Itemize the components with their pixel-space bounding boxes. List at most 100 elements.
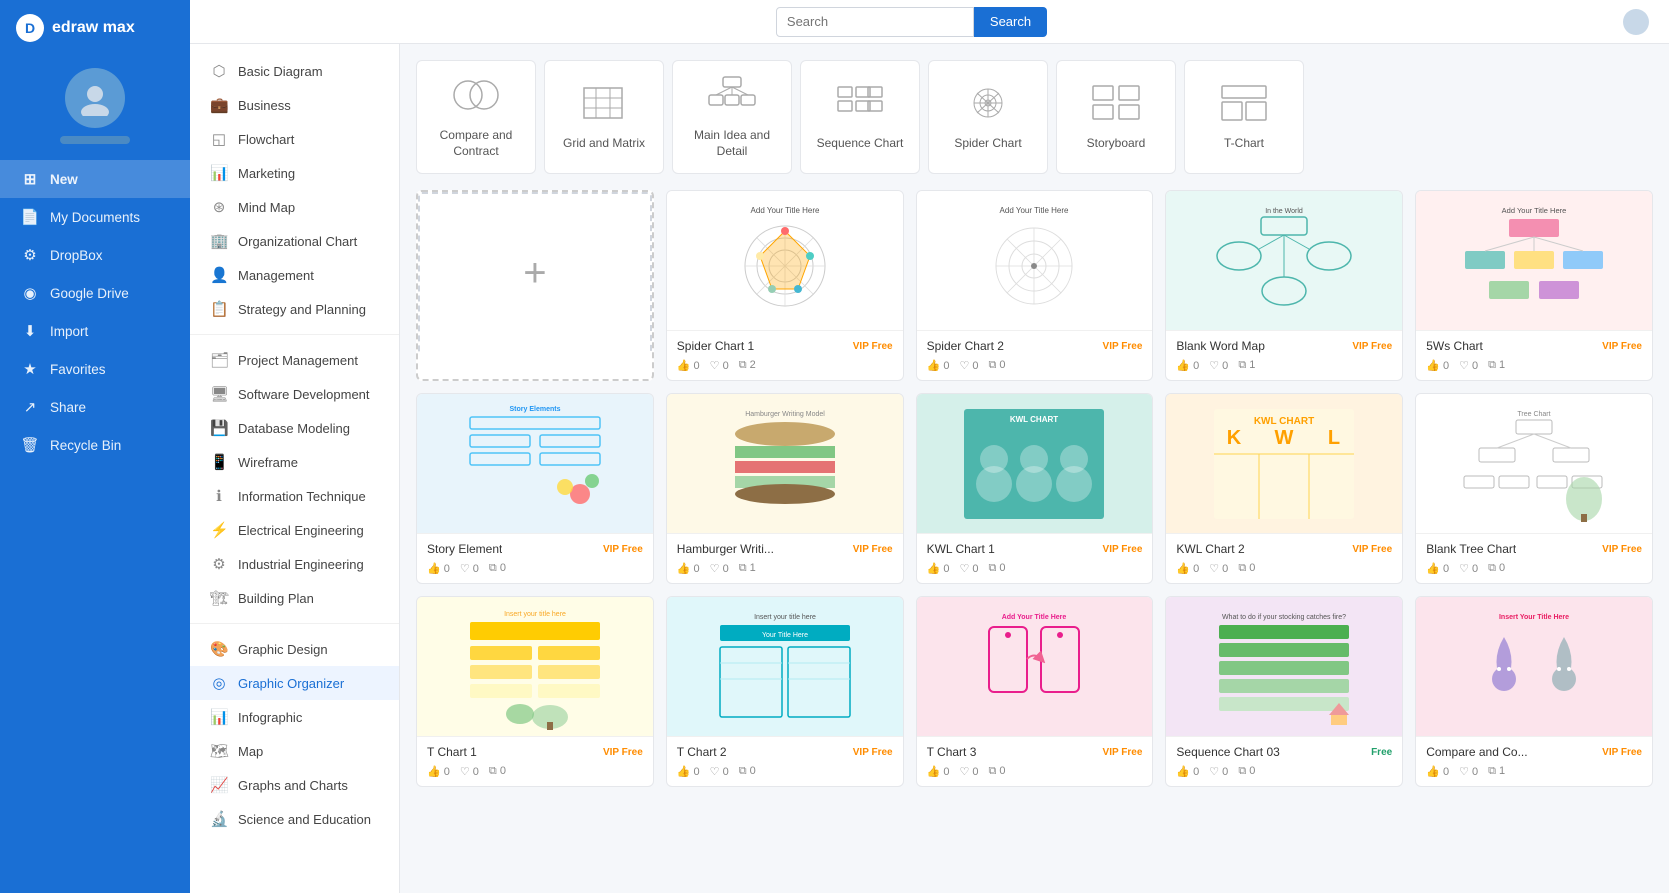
menu-item-flowchart[interactable]: ◱ Flowchart xyxy=(190,122,399,156)
template-title-row: KWL Chart 1 VIP Free xyxy=(927,542,1143,556)
seq03-thumb: What to do if your stocking catches fire… xyxy=(1166,597,1402,737)
template-sequence-chart-03[interactable]: What to do if your stocking catches fire… xyxy=(1165,596,1403,787)
graphic-design-icon: 🎨 xyxy=(210,640,228,658)
template-title-row: Sequence Chart 03 Free xyxy=(1176,745,1392,759)
template-name: Blank Word Map xyxy=(1176,339,1264,353)
template-info: Spider Chart 2 VIP Free 👍 0 ♡ 0 ⧉ 0 xyxy=(917,331,1153,380)
menu-item-graphic-design[interactable]: 🎨 Graphic Design xyxy=(190,632,399,666)
sidebar-item-label: Google Drive xyxy=(50,286,129,301)
like-stat: 👍 0 xyxy=(427,562,450,575)
topbar-avatar[interactable] xyxy=(1623,9,1649,35)
template-5ws-chart[interactable]: Add Your Title Here xyxy=(1415,190,1653,381)
template-name: Compare and Co... xyxy=(1426,745,1527,759)
new-card-thumb: + xyxy=(418,192,652,352)
sidebar-item-favorites[interactable]: ★ Favorites xyxy=(0,350,190,388)
menu-item-mind-map[interactable]: ⊛ Mind Map xyxy=(190,190,399,224)
template-stats: 👍 0 ♡ 0 ⧉ 0 xyxy=(1176,765,1392,778)
menu-item-wireframe[interactable]: 📱 Wireframe xyxy=(190,445,399,479)
category-compare-contract[interactable]: Compare andContract xyxy=(416,60,536,174)
menu-item-org-chart[interactable]: 🏢 Organizational Chart xyxy=(190,224,399,258)
sidebar-item-google-drive[interactable]: ◉ Google Drive xyxy=(0,274,190,312)
menu-item-science-edu[interactable]: 🔬 Science and Education xyxy=(190,802,399,836)
marketing-icon: 📊 xyxy=(210,164,228,182)
template-stats: 👍 0 ♡ 0 ⧉ 1 xyxy=(1426,359,1642,372)
menu-item-building[interactable]: 🏗 Building Plan xyxy=(190,581,399,615)
menu-item-software-dev[interactable]: 🖥 Software Development xyxy=(190,377,399,411)
copy-stat: ⧉ 0 xyxy=(989,562,1006,575)
like-stat: 👍 0 xyxy=(1426,562,1449,575)
category-main-idea[interactable]: Main Idea and Detail xyxy=(672,60,792,174)
new-template-card[interactable]: + xyxy=(416,190,654,381)
template-spider-chart-1[interactable]: Add Your Title Here xyxy=(666,190,904,381)
template-hamburger[interactable]: Hamburger Writing Model Hamburger Writi.… xyxy=(666,393,904,584)
menu-item-strategy[interactable]: 📋 Strategy and Planning xyxy=(190,292,399,326)
spider2-thumb: Add Your Title Here xyxy=(917,191,1153,331)
wireframe-icon: 📱 xyxy=(210,453,228,471)
menu-item-basic-diagram[interactable]: ⬡ Basic Diagram xyxy=(190,54,399,88)
sidebar-item-label: My Documents xyxy=(50,210,140,225)
template-kwl-chart-1[interactable]: KWL CHART KWL CHART xyxy=(916,393,1154,584)
template-name: Blank Tree Chart xyxy=(1426,542,1516,556)
strategy-icon: 📋 xyxy=(210,300,228,318)
template-name: Story Element xyxy=(427,542,502,556)
menu-item-graphic-organizer[interactable]: ◎ Graphic Organizer xyxy=(190,666,399,700)
menu-item-infographic[interactable]: 📊 Infographic xyxy=(190,700,399,734)
menu-item-info-tech[interactable]: ℹ Information Technique xyxy=(190,479,399,513)
svg-text:Add Your Title Here: Add Your Title Here xyxy=(1502,206,1567,215)
sidebar-item-share[interactable]: ↗ Share xyxy=(0,388,190,426)
sidebar-item-recycle-bin[interactable]: 🗑 Recycle Bin xyxy=(0,426,190,464)
menu-item-database[interactable]: 💾 Database Modeling xyxy=(190,411,399,445)
search-button[interactable]: Search xyxy=(974,7,1047,37)
menu-item-graphs-charts[interactable]: 📈 Graphs and Charts xyxy=(190,768,399,802)
search-input[interactable] xyxy=(776,7,974,37)
template-title-row: 5Ws Chart VIP Free xyxy=(1426,339,1642,353)
favorites-icon: ★ xyxy=(20,360,40,378)
category-label: Main Idea and Detail xyxy=(681,128,783,159)
sidebar-item-label: New xyxy=(50,172,78,187)
category-grid-matrix[interactable]: Grid and Matrix xyxy=(544,60,664,174)
svg-text:Insert your title here: Insert your title here xyxy=(504,611,566,618)
project-mgmt-icon: 🗂 xyxy=(210,351,228,369)
copy-stat: ⧉ 0 xyxy=(1488,562,1505,575)
avatar-name-bar xyxy=(60,136,130,144)
template-kwl-chart-2[interactable]: KWL CHART K W L KWL Chart 2 VIP Free xyxy=(1165,393,1403,584)
vip-badge: VIP Free xyxy=(853,747,893,758)
org-chart-icon: 🏢 xyxy=(210,232,228,250)
user-avatar-section xyxy=(0,56,190,160)
template-story-element[interactable]: Story Elements xyxy=(416,393,654,584)
template-info: Sequence Chart 03 Free 👍 0 ♡ 0 ⧉ 0 xyxy=(1166,737,1402,786)
category-storyboard[interactable]: Storyboard xyxy=(1056,60,1176,174)
template-compare-co[interactable]: Insert Your Title Here xyxy=(1415,596,1653,787)
template-t-chart-2[interactable]: Insert your title here Your Title Here xyxy=(666,596,904,787)
sidebar-item-dropbox[interactable]: ⚙ DropBox xyxy=(0,236,190,274)
menu-item-project-mgmt[interactable]: 🗂 Project Management xyxy=(190,343,399,377)
svg-text:W: W xyxy=(1275,427,1294,449)
template-t-chart-3[interactable]: Add Your Title Here xyxy=(916,596,1154,787)
menu-item-electrical[interactable]: ⚡ Electrical Engineering xyxy=(190,513,399,547)
heart-stat: ♡ 0 xyxy=(460,562,479,575)
vip-badge: VIP Free xyxy=(1602,341,1642,352)
menu-item-map[interactable]: 🗺 Map xyxy=(190,734,399,768)
graphs-charts-icon: 📈 xyxy=(210,776,228,794)
sidebar-item-my-documents[interactable]: 📄 My Documents xyxy=(0,198,190,236)
category-label: Sequence Chart xyxy=(817,136,904,152)
template-blank-tree-chart[interactable]: Tree Chart xyxy=(1415,393,1653,584)
menu-item-business[interactable]: 💼 Business xyxy=(190,88,399,122)
share-icon: ↗ xyxy=(20,398,40,416)
vip-badge: VIP Free xyxy=(1103,747,1143,758)
menu-item-marketing[interactable]: 📊 Marketing xyxy=(190,156,399,190)
sidebar-item-new[interactable]: ⊞ New xyxy=(0,160,190,198)
category-sequence-chart[interactable]: Sequence Chart xyxy=(800,60,920,174)
avatar-icon xyxy=(77,80,113,116)
template-t-chart-1[interactable]: Insert your title here xyxy=(416,596,654,787)
sidebar-item-import[interactable]: ⬇ Import xyxy=(0,312,190,350)
template-spider-chart-2[interactable]: Add Your Title Here xyxy=(916,190,1154,381)
heart-stat: ♡ 0 xyxy=(1209,562,1228,575)
category-spider-chart[interactable]: Spider Chart xyxy=(928,60,1048,174)
category-t-chart[interactable]: T-Chart xyxy=(1184,60,1304,174)
menu-item-management[interactable]: 👤 Management xyxy=(190,258,399,292)
menu-item-industrial[interactable]: ⚙ Industrial Engineering xyxy=(190,547,399,581)
template-blank-word-map[interactable]: In the World Blank Word Map xyxy=(1165,190,1403,381)
svg-text:KWL CHART: KWL CHART xyxy=(1010,415,1058,424)
category-row: Compare andContract Grid and Matrix xyxy=(416,60,1653,174)
